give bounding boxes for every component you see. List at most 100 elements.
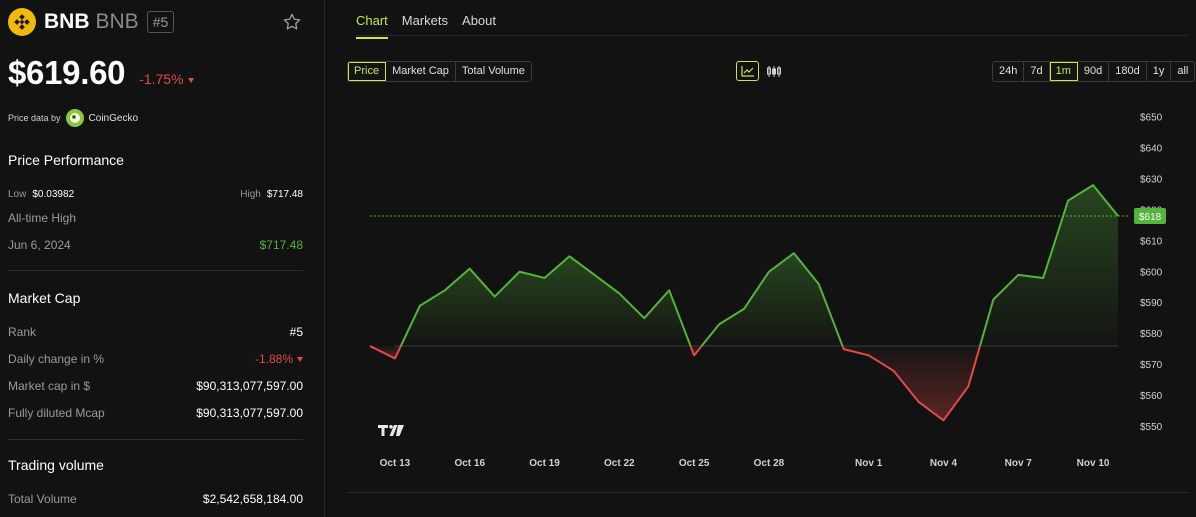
star-icon[interactable]	[282, 12, 302, 37]
range-24h-button[interactable]: 24h	[993, 62, 1025, 81]
coin-name: BNB	[44, 10, 90, 33]
down-arrow-icon	[187, 77, 194, 83]
rank-value: #5	[289, 325, 303, 339]
data-point	[968, 386, 969, 387]
y-tick-label: $600	[1140, 267, 1163, 278]
data-point	[619, 293, 620, 294]
coin-header: BNB BNB #5	[8, 8, 175, 36]
data-point	[1092, 184, 1093, 185]
range-7d-button[interactable]: 7d	[1024, 62, 1050, 81]
data-point	[993, 299, 994, 300]
market-cap-row: Market cap in $ $90,313,077,597.00	[8, 379, 303, 393]
x-tick-label: Oct 22	[604, 458, 635, 469]
data-point	[818, 284, 819, 285]
data-point	[369, 345, 370, 346]
metric-selector: Price Market Cap Total Volume	[347, 61, 532, 82]
ath-value: $717.48	[259, 238, 303, 252]
x-tick-label: Nov 7	[1005, 458, 1033, 469]
fdv-row: Fully diluted Mcap $90,313,077,597.00	[8, 406, 303, 420]
bnb-logo-icon	[8, 8, 36, 36]
data-point	[394, 358, 395, 359]
y-tick-label: $580	[1140, 329, 1163, 340]
low-high-row: Low $0.03982 High $717.48	[8, 186, 303, 200]
x-tick-label: Oct 13	[380, 458, 411, 469]
daily-change-row: Daily change in % -1.88%	[8, 352, 303, 366]
data-point	[569, 256, 570, 257]
rank-label: Rank	[8, 325, 37, 339]
divider	[8, 270, 303, 271]
ath-row: Jun 6, 2024 $717.48	[8, 238, 303, 252]
metric-market-cap-button[interactable]: Market Cap	[386, 62, 456, 81]
fdv-value: $90,313,077,597.00	[196, 406, 303, 420]
data-point	[1117, 215, 1118, 216]
data-point	[1043, 277, 1044, 278]
line-chart-icon	[740, 66, 754, 77]
ath-label-row: All-time High	[8, 211, 303, 225]
daily-change-value: -1.88%	[255, 352, 303, 366]
data-point	[943, 420, 944, 421]
y-tick-label: $550	[1140, 422, 1163, 433]
range-180d-button[interactable]: 180d	[1109, 62, 1147, 81]
market-cap-label: Market cap in $	[8, 379, 91, 393]
divider	[8, 439, 303, 440]
x-tick-label: Oct 28	[754, 458, 785, 469]
data-point	[1068, 200, 1069, 201]
candlestick-icon	[766, 65, 781, 77]
coin-rank-badge: #5	[146, 11, 175, 33]
candlestick-toggle[interactable]	[762, 61, 785, 81]
ath-date: Jun 6, 2024	[8, 238, 71, 252]
data-point	[544, 277, 545, 278]
y-tick-label: $630	[1140, 174, 1163, 185]
metric-total-volume-button[interactable]: Total Volume	[455, 62, 531, 81]
x-tick-label: Oct 19	[529, 458, 560, 469]
total-volume-label: Total Volume	[8, 492, 77, 506]
price-row: $619.60 -1.75%	[8, 54, 194, 92]
current-price: $619.60	[8, 54, 126, 91]
price-data-provider[interactable]: CoinGecko	[89, 113, 138, 124]
metric-price-button[interactable]: Price	[348, 62, 387, 81]
rank-row: Rank #5	[8, 325, 303, 339]
range-90d-button[interactable]: 90d	[1077, 62, 1110, 81]
market-cap-title: Market Cap	[8, 290, 81, 306]
current-price-badge-label: $618	[1139, 212, 1162, 223]
area-above-baseline	[979, 185, 1118, 347]
data-point	[419, 305, 420, 306]
y-tick-label: $610	[1140, 236, 1163, 247]
x-tick-label: Oct 25	[679, 458, 710, 469]
data-point	[669, 290, 670, 291]
price-data-source: Price data by CoinGecko	[8, 109, 138, 127]
line-chart-toggle[interactable]	[736, 61, 759, 81]
data-point	[519, 271, 520, 272]
data-point	[1018, 274, 1019, 275]
data-point	[893, 370, 894, 371]
low-label: Low	[8, 189, 27, 200]
chart-bottom-divider	[348, 492, 1188, 493]
high-label: High	[240, 189, 261, 200]
down-arrow-icon	[297, 357, 303, 363]
data-point	[444, 290, 445, 291]
data-point	[718, 324, 719, 325]
coin-info-panel: BNB BNB #5 $619.60 -1.75% Price data by …	[0, 0, 325, 517]
tradingview-logo-icon	[378, 425, 404, 436]
range-1m-button[interactable]: 1m	[1049, 62, 1078, 81]
y-tick-label: $590	[1140, 298, 1163, 309]
data-point	[494, 296, 495, 297]
price-chart[interactable]: $550$560$570$580$590$600$610$620$630$640…	[340, 100, 1196, 480]
daily-change-label: Daily change in %	[8, 352, 105, 366]
data-point	[694, 355, 695, 356]
price-data-label: Price data by	[8, 113, 61, 123]
range-1y-button[interactable]: 1y	[1146, 62, 1172, 81]
y-tick-label: $570	[1140, 360, 1163, 371]
y-tick-label: $560	[1140, 391, 1163, 402]
area-above-baseline	[701, 253, 843, 347]
data-point	[918, 401, 919, 402]
x-tick-label: Oct 16	[454, 458, 485, 469]
range-all-button[interactable]: all	[1171, 62, 1195, 81]
area-above-baseline	[400, 256, 691, 347]
low-value: $0.03982	[32, 189, 75, 200]
fdv-label: Fully diluted Mcap	[8, 406, 105, 420]
data-point	[843, 349, 844, 350]
coin-symbol: BNB	[95, 10, 139, 33]
tabs-divider	[356, 35, 1188, 36]
data-point	[644, 318, 645, 319]
